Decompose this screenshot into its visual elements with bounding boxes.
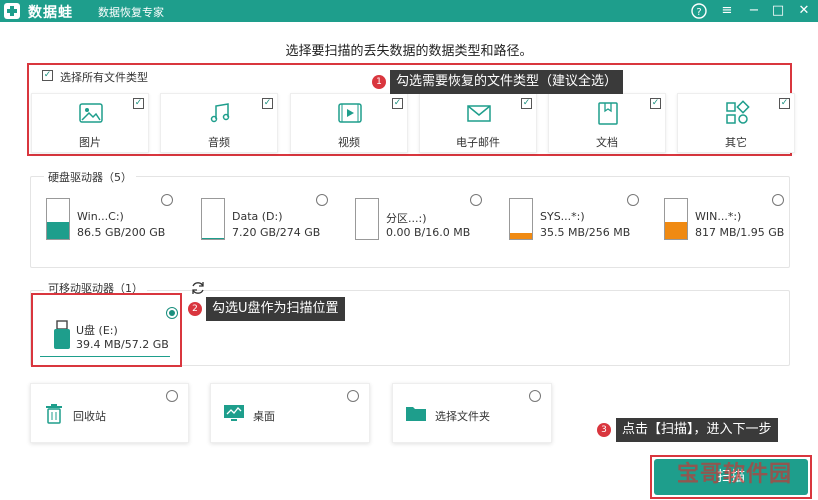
location-label: 桌面 [253,410,275,423]
callout-2: 勾选U盘作为扫描位置 [206,297,345,321]
disk-icon [46,198,70,240]
minimize-button[interactable]: − [744,1,764,21]
file-type-video-checkbox[interactable]: ✓ [392,98,403,109]
drive-sys[interactable]: SYS...*:) 35.5 MB/256 MB [509,198,649,244]
file-type-document[interactable]: ✓ 文档 [548,93,666,153]
usb-drive-icon [54,320,70,349]
drive-name: Win...C:) [77,210,124,223]
disk-icon [355,198,379,240]
file-type-audio[interactable]: ✓ 音频 [160,93,278,153]
help-button[interactable]: ? [689,1,709,21]
callout-3-number: 3 [597,423,611,437]
file-type-image[interactable]: ✓ 图片 [31,93,149,153]
menu-button[interactable]: ≡ [717,1,737,21]
disk-icon [201,198,225,240]
location-desktop-radio[interactable] [347,390,359,402]
location-label: 选择文件夹 [435,410,490,423]
file-type-email[interactable]: ✓ 电子邮件 [419,93,537,153]
file-type-label: 视频 [338,136,360,149]
file-type-label: 图片 [79,136,101,149]
drive-c-radio[interactable] [161,194,173,206]
file-type-other-checkbox[interactable]: ✓ [779,98,790,109]
title-bar: 数据蛙 数据恢复专家 ? ≡ − □ ✕ [0,0,818,22]
callout-2-number: 2 [188,302,202,316]
disk-icon [664,198,688,240]
file-type-label: 音频 [208,136,230,149]
trash-icon [46,404,62,424]
image-icon [79,103,103,123]
music-icon [210,103,230,123]
select-all-checkbox[interactable]: ✓ [42,70,53,81]
drive-size: 0.00 B/16.0 MB [386,226,471,239]
drive-name: SYS...*:) [540,210,585,223]
callout-3: 点击【扫描】，进入下一步 [616,418,778,442]
refresh-icon[interactable] [190,280,206,296]
close-button[interactable]: ✕ [794,1,814,21]
file-type-audio-checkbox[interactable]: ✓ [262,98,273,109]
location-folder-radio[interactable] [529,390,541,402]
desktop-icon [224,405,244,421]
drive-size: 35.5 MB/256 MB [540,226,631,239]
file-type-other[interactable]: ✓ 其它 [677,93,795,153]
file-type-document-checkbox[interactable]: ✓ [650,98,661,109]
drive-partition-radio[interactable] [470,194,482,206]
location-folder[interactable]: 选择文件夹 [392,383,552,443]
select-all-label: 选择所有文件类型 [60,71,148,84]
drive-win-radio[interactable] [772,194,784,206]
file-type-label: 其它 [725,136,747,149]
app-logo-icon [4,3,20,19]
drive-usb-radio[interactable] [166,307,178,319]
hdd-section-title: 硬盘驱动器（5） [44,169,136,185]
folder-icon [406,407,426,421]
callout-1-number: 1 [372,75,386,89]
mail-icon [467,105,491,122]
drive-size: 86.5 GB/200 GB [77,226,166,239]
app-subtitle: 数据恢复专家 [98,6,164,19]
file-type-label: 文档 [596,136,618,149]
drive-d-radio[interactable] [316,194,328,206]
drive-size: 7.20 GB/274 GB [232,226,321,239]
drive-name: WIN...*:) [695,210,742,223]
file-type-email-checkbox[interactable]: ✓ [521,98,532,109]
other-icon [726,100,750,124]
file-type-label: 电子邮件 [456,136,500,149]
location-recycle-bin-radio[interactable] [166,390,178,402]
maximize-button[interactable]: □ [768,1,788,21]
usb-drive-underline [40,356,170,357]
drive-size: 817 MB/1.95 GB [695,226,785,239]
usb-drive-name: U盘 (E:) [76,324,118,337]
file-type-video[interactable]: ✓ 视频 [290,93,408,153]
page-instruction: 选择要扫描的丢失数据的数据类型和路径。 [285,44,533,59]
location-desktop[interactable]: 桌面 [210,383,370,443]
app-brand: 数据蛙 [28,5,73,21]
drive-win[interactable]: WIN...*:) 817 MB/1.95 GB [664,198,804,244]
help-icon: ? [691,3,707,19]
usb-drive-size: 39.4 MB/57.2 GB [76,338,169,351]
watermark-text: 宝哥软件园 [677,462,793,487]
drive-name: Data (D:) [232,210,283,223]
location-label: 回收站 [73,410,106,423]
disk-icon [509,198,533,240]
video-icon [338,103,362,123]
document-icon [598,102,618,125]
callout-1: 勾选需要恢复的文件类型（建议全选） [390,70,624,94]
location-recycle-bin[interactable]: 回收站 [30,383,189,443]
drive-sys-radio[interactable] [627,194,639,206]
file-type-image-checkbox[interactable]: ✓ [133,98,144,109]
svg-text:?: ? [696,7,701,18]
drive-usb[interactable]: U盘 (E:) 39.4 MB/57.2 GB [40,300,180,360]
drive-name: 分区...:) [386,212,427,225]
